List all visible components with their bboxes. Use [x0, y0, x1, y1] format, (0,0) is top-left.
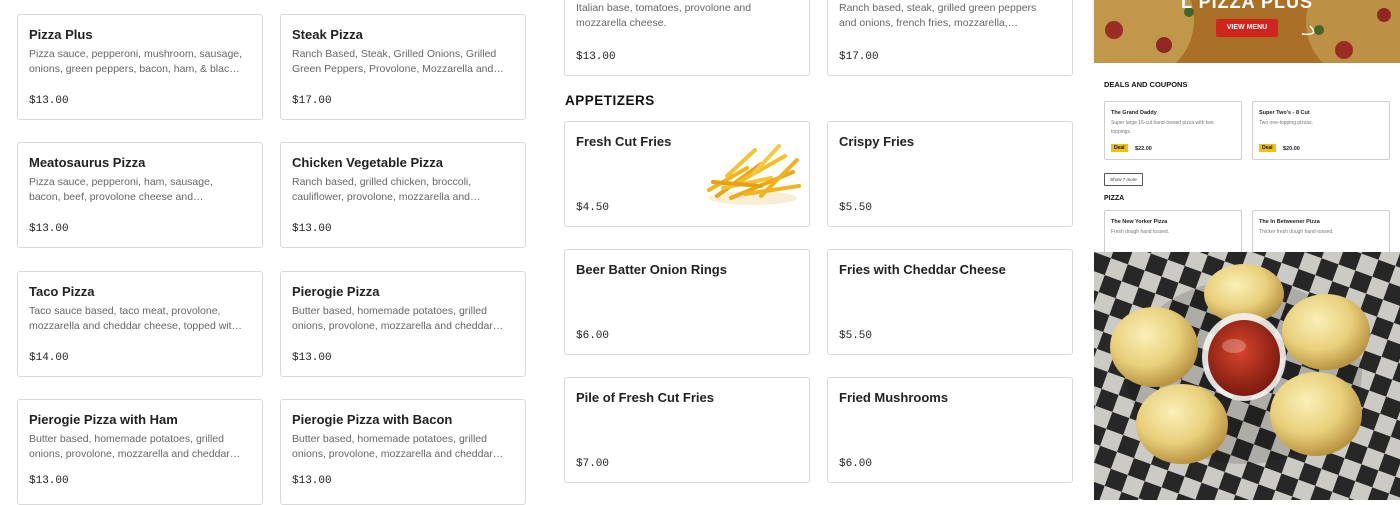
appetizer-photo [1094, 252, 1400, 500]
card-price: $13.00 [292, 352, 332, 364]
card-price: $6.00 [839, 458, 873, 470]
card-price: $13.00 [576, 51, 616, 63]
banner-title: L PIZZA PLUS [1180, 0, 1313, 12]
card-description: Butter based, homemade potatoes, grilled… [29, 433, 230, 460]
card-price: $6.00 [576, 330, 610, 342]
menu-card-pierogie-pizza-bacon[interactable]: Pierogie Pizza with Bacon Butter based, … [280, 399, 526, 505]
card-description: Butter based, homemade potatoes, grilled… [292, 433, 493, 460]
menu-card-pile-fries[interactable]: Pile of Fresh Cut Fries $7.00 [564, 377, 810, 483]
card-price: $13.00 [29, 95, 69, 107]
menu-card-crispy-fries[interactable]: Crispy Fries $5.50 [827, 121, 1073, 227]
pizza-description: Fresh dough hand tossed. [1111, 229, 1170, 235]
section-title-appetizers: APPETIZERS [565, 93, 655, 108]
card-description: Ranch based, grilled chicken, broccoli, … [292, 176, 472, 203]
card-price: $13.00 [29, 223, 69, 235]
card-name: Crispy Fries [839, 134, 915, 149]
card-name: Taco Pizza [29, 284, 95, 299]
pizza-heading: PIZZA [1104, 195, 1125, 202]
deal-tag: Deal [1111, 144, 1128, 152]
deal-description: Two one-topping pizzas. [1259, 120, 1313, 126]
card-price: $17.00 [839, 51, 879, 63]
menu-card-pizza-plus[interactable]: Pizza Plus Pizza sauce, pepperoni, mushr… [17, 14, 263, 120]
side-panel: L PIZZA PLUS VIEW MENU DEALS AND COUPONS… [1094, 0, 1400, 500]
card-name: Fried Mushrooms [839, 390, 949, 405]
menu-card-steak-fries-pizza[interactable]: Ranch based, steak, grilled green pepper… [827, 0, 1073, 76]
hero-banner: L PIZZA PLUS VIEW MENU [1094, 0, 1400, 63]
card-name: Beer Batter Onion Rings [576, 262, 727, 277]
deal-title: Super Two's - 8 Cut [1259, 110, 1310, 116]
card-price: $4.50 [576, 202, 610, 214]
card-description: Pizza sauce, pepperoni, mushroom, sausag… [29, 48, 243, 75]
pizza-title: The In Betweener Pizza [1259, 219, 1320, 225]
card-name: Pierogie Pizza [292, 284, 380, 299]
menu-card-pierogie-pizza[interactable]: Pierogie Pizza Butter based, homemade po… [280, 271, 526, 377]
view-menu-button[interactable]: VIEW MENU [1216, 19, 1278, 37]
card-price: $5.50 [839, 330, 873, 342]
card-name: Steak Pizza [292, 27, 363, 42]
show-more-button[interactable]: Show 7 more [1104, 173, 1143, 186]
card-price: $13.00 [29, 475, 69, 487]
card-name: Pile of Fresh Cut Fries [576, 390, 714, 405]
card-description: Butter based, homemade potatoes, grilled… [292, 305, 493, 332]
menu-card-steak-pizza[interactable]: Steak Pizza Ranch Based, Steak, Grilled … [280, 14, 526, 120]
menu-card-pierogie-pizza-ham[interactable]: Pierogie Pizza with Ham Butter based, ho… [17, 399, 263, 505]
deal-tag: Deal [1259, 144, 1276, 152]
card-price: $7.00 [576, 458, 610, 470]
card-name: Fries with Cheddar Cheese [839, 262, 1006, 277]
menu-card-fresh-cut-fries[interactable]: Fresh Cut Fries $4.50 [564, 121, 810, 227]
fries-image [707, 144, 801, 205]
deal-card-super-twos[interactable]: Super Two's - 8 Cut Two one-topping pizz… [1252, 101, 1390, 160]
card-name: Pierogie Pizza with Ham [29, 412, 178, 427]
card-description: Ranch based, steak, grilled green pepper… [839, 2, 1037, 29]
card-name: Meatosaurus Pizza [29, 155, 146, 170]
card-price: $5.50 [839, 202, 873, 214]
pizza-title: The New Yorker Pizza [1111, 219, 1168, 225]
menu-card-chicken-vegetable-pizza[interactable]: Chicken Vegetable Pizza Ranch based, gri… [280, 142, 526, 248]
card-name: Fresh Cut Fries [576, 134, 672, 149]
card-description: Taco sauce based, taco meat, provolone, … [29, 305, 238, 332]
menu-card-fries-cheddar[interactable]: Fries with Cheddar Cheese $5.50 [827, 249, 1073, 355]
pizza-description: Thicker fresh dough hand-tossed. [1259, 229, 1334, 235]
card-price: $13.00 [292, 475, 332, 487]
menu-card-fried-mushrooms[interactable]: Fried Mushrooms $6.00 [827, 377, 1073, 483]
deal-title: The Grand Daddy [1111, 110, 1157, 116]
card-name: Chicken Vegetable Pizza [292, 155, 444, 170]
deal-card-grand-daddy[interactable]: The Grand Daddy Super large 16-cut hand-… [1104, 101, 1242, 160]
card-name: Pizza Plus [29, 27, 93, 42]
menu-card-taco-pizza[interactable]: Taco Pizza Taco sauce based, taco meat, … [17, 271, 263, 377]
card-name: Pierogie Pizza with Bacon [292, 412, 453, 427]
menu-card-onion-rings[interactable]: Beer Batter Onion Rings $6.00 [564, 249, 810, 355]
card-price: $14.00 [29, 352, 69, 364]
menu-card-italian-pizza[interactable]: Italian base, tomatoes, provolone and mo… [564, 0, 810, 76]
deal-description: Super large 16-cut hand-tossed pizza wit… [1111, 120, 1214, 135]
card-description: Italian base, tomatoes, provolone and mo… [576, 2, 752, 29]
card-description: Ranch Based, Steak, Grilled Onions, Gril… [292, 48, 497, 75]
card-price: $17.00 [292, 95, 332, 107]
card-description: Pizza sauce, pepperoni, ham, sausage, ba… [29, 176, 213, 203]
deal-price: $22.00 [1135, 146, 1152, 152]
menu-card-meatosaurus-pizza[interactable]: Meatosaurus Pizza Pizza sauce, pepperoni… [17, 142, 263, 248]
deals-heading: DEALS AND COUPONS [1104, 80, 1188, 89]
deal-price: $20.00 [1283, 146, 1300, 152]
card-price: $13.00 [292, 223, 332, 235]
